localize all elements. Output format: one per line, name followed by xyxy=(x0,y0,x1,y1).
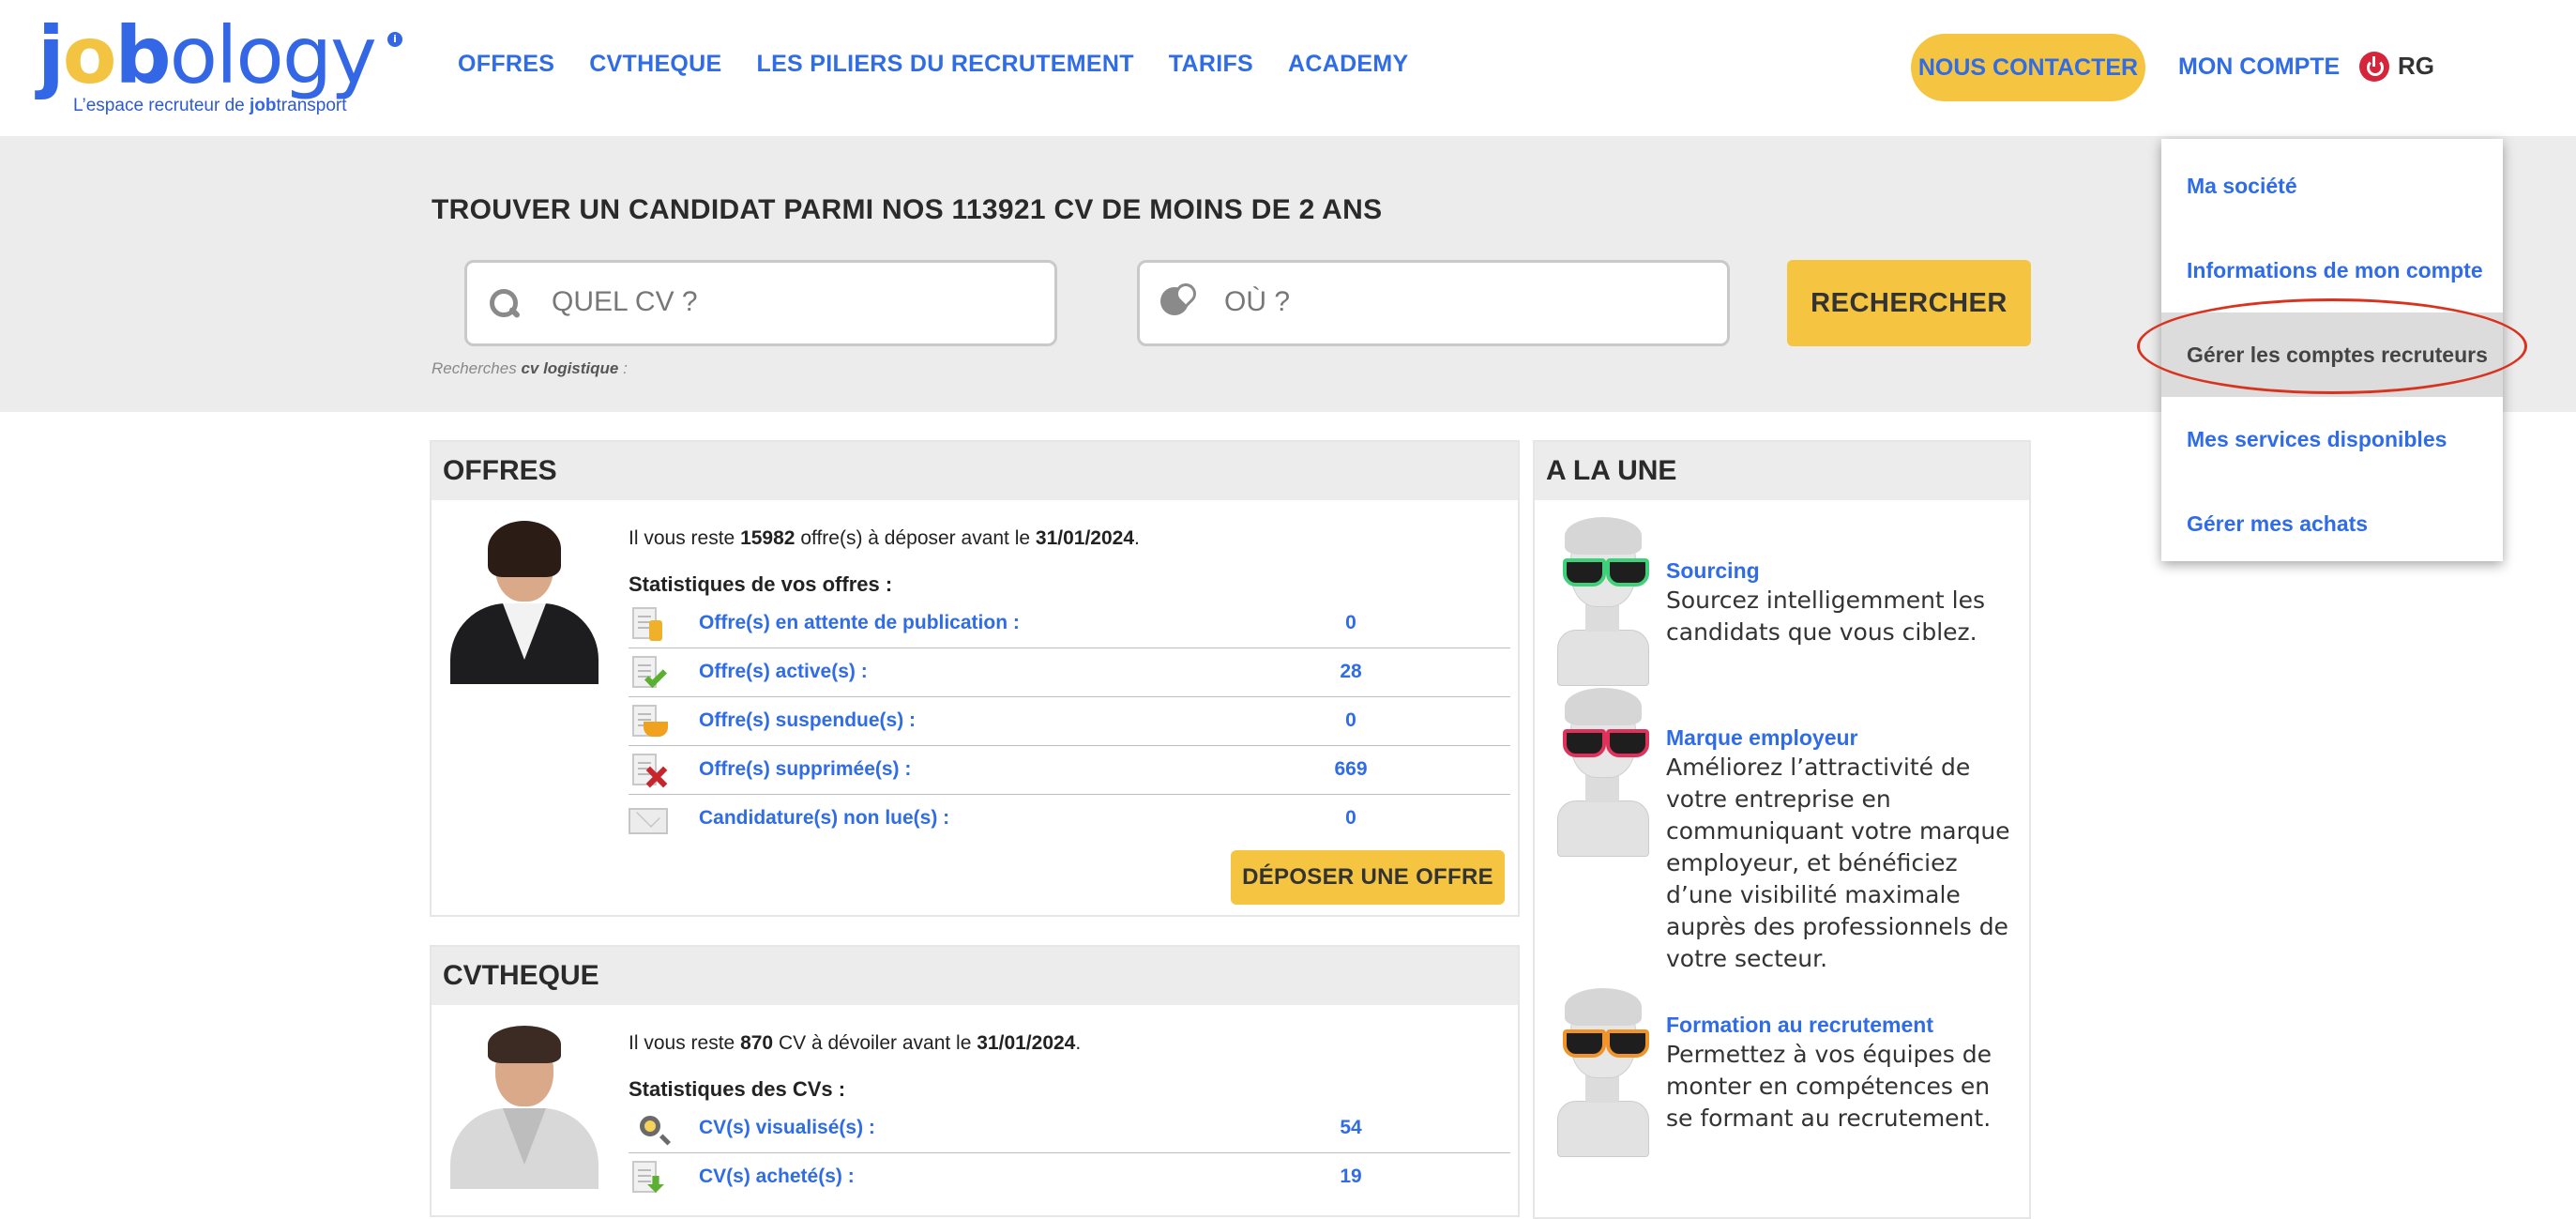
stat-value[interactable]: 0 xyxy=(1323,612,1379,634)
stat-row-deleted[interactable]: Offre(s) supprimée(s) : 669 xyxy=(629,746,1510,795)
a-la-une-title: A LA UNE xyxy=(1535,442,2029,500)
cvtheque-panel-title: CVTHEQUE xyxy=(432,947,1518,1005)
stat-value[interactable]: 0 xyxy=(1323,807,1379,830)
menu-item-gerer-achats[interactable]: Gérer mes achats xyxy=(2161,481,2503,566)
cvtheque-remaining-line: Il vous reste 870 CV à dévoiler avant le… xyxy=(629,1032,1082,1054)
menu-item-informations-compte[interactable]: Informations de mon compte xyxy=(2161,228,2503,312)
menu-item-ma-societe[interactable]: Ma société xyxy=(2161,144,2503,228)
candidate-man-photo xyxy=(441,1022,608,1189)
stat-row-cv-bought[interactable]: CV(s) acheté(s) : 19 xyxy=(629,1153,1510,1202)
nav-tarifs[interactable]: TARIFS xyxy=(1169,51,1253,78)
stat-label[interactable]: Candidature(s) non lue(s) : xyxy=(699,807,949,830)
info-icon: i xyxy=(387,32,402,47)
stat-label[interactable]: CV(s) acheté(s) : xyxy=(699,1166,855,1188)
cv-search-icon xyxy=(629,1110,668,1148)
stat-label[interactable]: Offre(s) supprimée(s) : xyxy=(699,758,911,781)
envelope-icon xyxy=(629,800,668,838)
stat-label[interactable]: CV(s) visualisé(s) : xyxy=(699,1117,875,1139)
active-doc-icon xyxy=(629,654,668,692)
account-dropdown-menu: Ma société Informations de mon compte Gé… xyxy=(2161,139,2503,561)
main-nav: OFFRES CVTHEQUE LES PILIERS DU RECRUTEME… xyxy=(458,51,1409,78)
recent-searches: Recherches cv logistique : xyxy=(432,359,628,377)
stat-row-cv-viewed[interactable]: CV(s) visualisé(s) : 54 xyxy=(629,1105,1510,1153)
menu-item-services-disponibles[interactable]: Mes services disponibles xyxy=(2161,397,2503,481)
logo-text: jobology xyxy=(38,9,377,101)
une-title-marque-employeur[interactable]: Marque employeur xyxy=(1666,725,1858,751)
cv-download-icon xyxy=(629,1159,668,1196)
location-icon xyxy=(1159,283,1196,321)
stat-row-pending[interactable]: Offre(s) en attente de publication : 0 xyxy=(629,600,1510,648)
menu-item-gerer-comptes-recruteurs[interactable]: Gérer les comptes recruteurs xyxy=(2161,312,2503,397)
nav-offres[interactable]: OFFRES xyxy=(458,51,554,78)
une-text-sourcing: Sourcez intelligemment les candidats que… xyxy=(1666,587,1986,646)
une-title-formation[interactable]: Formation au recrutement xyxy=(1666,1013,1933,1038)
bust-orange-glasses-image xyxy=(1548,988,1659,1157)
une-title-sourcing[interactable]: Sourcing xyxy=(1666,558,1760,584)
recent-search-term[interactable]: cv logistique xyxy=(521,359,618,377)
post-offer-button[interactable]: DÉPOSER UNE OFFRE xyxy=(1231,850,1505,905)
offres-panel-title: OFFRES xyxy=(432,442,1518,500)
cv-query-placeholder: QUEL CV ? xyxy=(552,286,698,317)
une-text-marque-employeur: Améliorez l’attractivité de votre entrep… xyxy=(1666,754,2010,972)
stat-row-unread[interactable]: Candidature(s) non lue(s) : 0 xyxy=(629,795,1510,844)
user-initials[interactable]: RG xyxy=(2398,52,2434,81)
suspended-doc-icon xyxy=(629,703,668,740)
stat-value[interactable]: 19 xyxy=(1323,1166,1379,1188)
pending-doc-icon xyxy=(629,605,668,643)
offres-panel: OFFRES Il vous reste 15982 offre(s) à dé… xyxy=(430,440,1520,917)
stat-row-active[interactable]: Offre(s) active(s) : 28 xyxy=(629,648,1510,697)
search-button[interactable]: RECHERCHER xyxy=(1787,260,2031,346)
jobology-logo[interactable]: jobology i L’espace recruteur de jobtran… xyxy=(38,13,413,121)
bust-green-glasses-image xyxy=(1548,517,1659,686)
stat-value[interactable]: 669 xyxy=(1323,758,1379,781)
stat-label[interactable]: Offre(s) en attente de publication : xyxy=(699,612,1020,634)
logo-tagline: L’espace recruteur de jobtransport xyxy=(73,96,347,115)
search-title: TROUVER UN CANDIDAT PARMI NOS 113921 CV … xyxy=(432,194,1383,225)
stat-value[interactable]: 0 xyxy=(1323,709,1379,732)
une-text-formation: Permettez à vos équipes de monter en com… xyxy=(1666,1041,1993,1132)
cv-query-field[interactable]: QUEL CV ? xyxy=(464,260,1057,346)
stat-value[interactable]: 54 xyxy=(1323,1117,1379,1139)
location-placeholder: OÙ ? xyxy=(1224,286,1291,317)
recruiter-woman-photo xyxy=(441,517,608,684)
cvtheque-panel: CVTHEQUE Il vous reste 870 CV à dévoiler… xyxy=(430,945,1520,1217)
nav-cvtheque[interactable]: CVTHEQUE xyxy=(589,51,721,78)
location-field[interactable]: OÙ ? xyxy=(1137,260,1730,346)
logout-power-icon[interactable] xyxy=(2359,52,2389,82)
stat-value[interactable]: 28 xyxy=(1323,661,1379,683)
cvtheque-stats-title: Statistiques des CVs : xyxy=(629,1077,846,1101)
a-la-une-panel: A LA UNE Sourcing Sourcez intelligemment… xyxy=(1533,440,2031,1219)
site-header: jobology i L’espace recruteur de jobtran… xyxy=(0,0,2576,136)
nav-academy[interactable]: ACADEMY xyxy=(1288,51,1409,78)
account-menu-toggle[interactable]: MON COMPTE xyxy=(2178,53,2340,81)
deleted-doc-icon xyxy=(629,752,668,789)
stat-label[interactable]: Offre(s) active(s) : xyxy=(699,661,868,683)
logo-wordmark: jobology xyxy=(38,13,377,98)
bust-pink-glasses-image xyxy=(1548,688,1659,857)
search-icon xyxy=(486,285,523,323)
stat-row-suspended[interactable]: Offre(s) suspendue(s) : 0 xyxy=(629,697,1510,746)
offres-remaining-line: Il vous reste 15982 offre(s) à déposer a… xyxy=(629,527,1140,549)
contact-button[interactable]: NOUS CONTACTER xyxy=(1911,34,2145,101)
nav-piliers[interactable]: LES PILIERS DU RECRUTEMENT xyxy=(757,51,1134,78)
offres-stats-title: Statistiques de vos offres : xyxy=(629,572,893,596)
stat-label[interactable]: Offre(s) suspendue(s) : xyxy=(699,709,916,732)
